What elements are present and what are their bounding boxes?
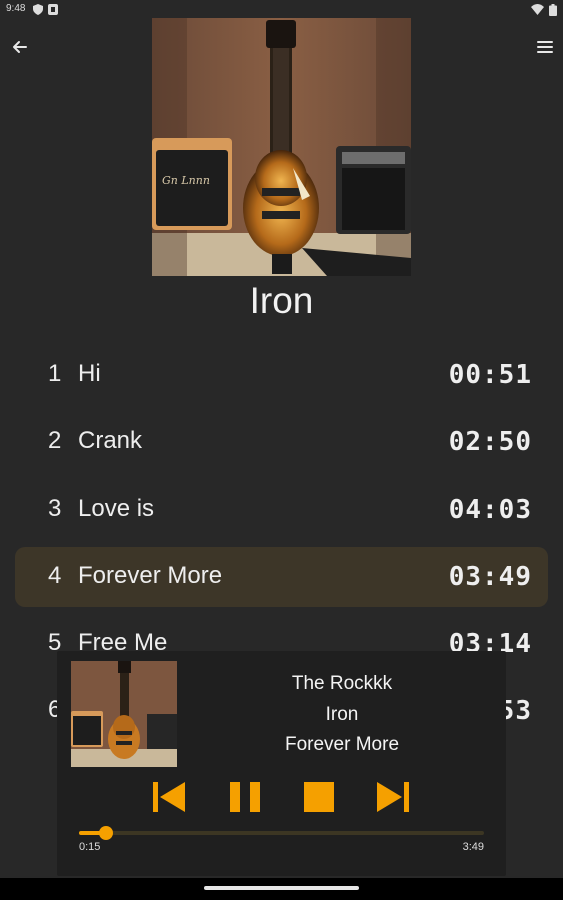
track-row[interactable]: 3 Love is 04:03 — [15, 480, 548, 540]
track-name: Crank — [78, 427, 143, 455]
track-name: Hi — [78, 360, 101, 387]
track-duration: 04:03 — [448, 494, 532, 525]
stop-icon[interactable] — [301, 779, 337, 815]
track-name: Love is — [78, 494, 155, 522]
track-duration: 03:49 — [448, 561, 532, 592]
progress-thumb[interactable] — [98, 826, 113, 840]
album-art: Gn Lnnn — [152, 18, 411, 276]
player-track: Forever More — [284, 734, 400, 755]
progress-slider[interactable] — [79, 826, 484, 840]
battery-icon — [549, 4, 557, 16]
status-bar: 9:48 — [0, 0, 563, 20]
back-arrow-icon[interactable] — [10, 37, 30, 57]
player-album: Iron — [325, 704, 359, 725]
status-time: 9:48 — [6, 3, 26, 14]
pause-icon[interactable] — [227, 779, 263, 815]
track-number: 1 — [48, 360, 62, 387]
current-time: 0:15 — [79, 841, 101, 853]
badge-icon — [48, 4, 58, 15]
skip-next-icon[interactable] — [375, 779, 411, 815]
svg-text:Gn Lnnn: Gn Lnnn — [162, 174, 210, 187]
shield-icon — [33, 4, 43, 15]
track-number: 4 — [48, 561, 62, 589]
track-row-active[interactable]: 4 Forever More 03:49 — [15, 546, 548, 607]
track-number: 3 — [48, 494, 62, 522]
wifi-icon — [531, 4, 544, 15]
total-time: 3:49 — [462, 841, 484, 853]
track-name: Forever More — [78, 561, 223, 589]
player-artist: The Rockkk — [291, 673, 393, 694]
track-number: 2 — [48, 427, 62, 455]
track-duration: 02:50 — [448, 427, 532, 458]
skip-previous-icon[interactable] — [151, 779, 187, 815]
track-duration: 00:51 — [448, 360, 532, 390]
player-album-art — [71, 661, 177, 767]
track-row[interactable]: 1 Hi 00:51 — [15, 345, 548, 405]
navigation-bar — [0, 878, 563, 900]
home-gesture-handle[interactable] — [204, 886, 359, 890]
track-row[interactable]: 2 Crank 02:50 — [15, 412, 548, 472]
mini-player: The Rockkk Iron Forever More 0:15 3:49 — [57, 651, 506, 876]
album-title: Iron — [249, 280, 314, 321]
hamburger-menu-icon[interactable] — [535, 37, 555, 57]
